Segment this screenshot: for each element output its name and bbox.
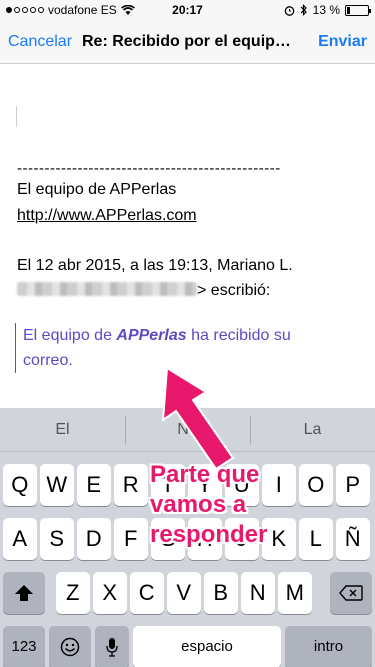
annotation-line-1: Parte que xyxy=(150,461,260,488)
annotation-text: Parte que vamos a responder xyxy=(150,460,267,550)
annotation-line-2: vamos a xyxy=(150,491,247,518)
annotation-line-3: responder xyxy=(150,521,268,548)
annotation-arrow-icon xyxy=(161,366,235,471)
